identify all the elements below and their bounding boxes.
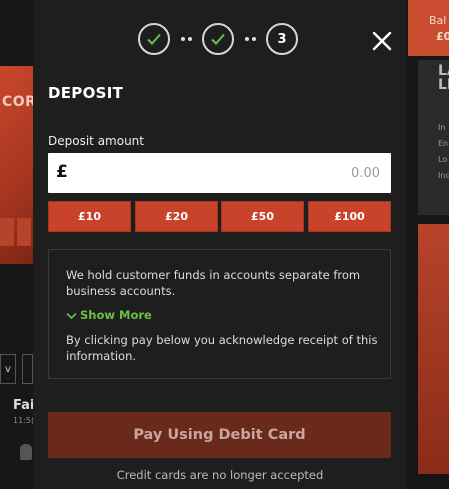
background-button: v bbox=[0, 354, 16, 384]
funds-protection-info: We hold customer funds in accounts separ… bbox=[48, 249, 391, 379]
background-card-lines: In En Lo Ind bbox=[438, 123, 449, 180]
quick-amount-row: £10 £20 £50 £100 bbox=[48, 201, 391, 232]
background-balance: Bal £0 bbox=[408, 0, 449, 56]
deposit-modal: 3 DEPOSIT Deposit amount £ £10 £20 £50 £… bbox=[33, 0, 407, 489]
background-event-name: Fai bbox=[13, 398, 35, 413]
background-card: LA LE In En Lo Ind bbox=[418, 60, 449, 215]
background-event-time: 11:5( bbox=[13, 416, 35, 425]
quick-amount-10-button[interactable]: £10 bbox=[48, 201, 131, 232]
credit-card-notice: Credit cards are no longer accepted bbox=[116, 468, 324, 482]
acknowledge-text: By clicking pay below you acknowledge re… bbox=[66, 333, 378, 363]
step-connector bbox=[181, 37, 195, 41]
show-more-label: Show More bbox=[80, 308, 152, 322]
background-promo-right bbox=[418, 224, 449, 474]
deposit-amount-input[interactable] bbox=[78, 153, 380, 193]
close-button[interactable] bbox=[371, 30, 393, 52]
close-icon bbox=[372, 31, 392, 51]
step-3-label: 3 bbox=[277, 31, 287, 47]
modal-title: DEPOSIT bbox=[48, 84, 124, 102]
deposit-amount-label: Deposit amount bbox=[48, 134, 144, 148]
step-3: 3 bbox=[266, 23, 298, 55]
quick-amount-50-button[interactable]: £50 bbox=[221, 201, 304, 232]
deposit-amount-field: £ bbox=[48, 153, 391, 193]
progress-stepper: 3 bbox=[138, 23, 303, 59]
funds-info-text: We hold customer funds in accounts separ… bbox=[66, 268, 361, 298]
step-connector bbox=[245, 37, 259, 41]
step-1 bbox=[138, 23, 170, 55]
background-chip bbox=[0, 218, 14, 246]
chevron-down-icon bbox=[66, 312, 77, 319]
balance-value: £0 bbox=[436, 30, 449, 43]
step-2 bbox=[202, 23, 234, 55]
quick-amount-20-button[interactable]: £20 bbox=[135, 201, 218, 232]
balance-label: Bal bbox=[429, 14, 447, 27]
check-icon bbox=[147, 33, 161, 45]
background-icon bbox=[20, 444, 32, 460]
background-chip bbox=[17, 218, 31, 246]
pay-debit-card-button[interactable]: Pay Using Debit Card bbox=[48, 412, 391, 458]
quick-amount-100-button[interactable]: £100 bbox=[308, 201, 391, 232]
background-button bbox=[22, 354, 33, 384]
check-icon bbox=[211, 33, 225, 45]
show-more-link[interactable]: Show More bbox=[66, 308, 152, 322]
currency-symbol: £ bbox=[56, 162, 68, 182]
background-card-title: LA LE bbox=[438, 63, 449, 93]
